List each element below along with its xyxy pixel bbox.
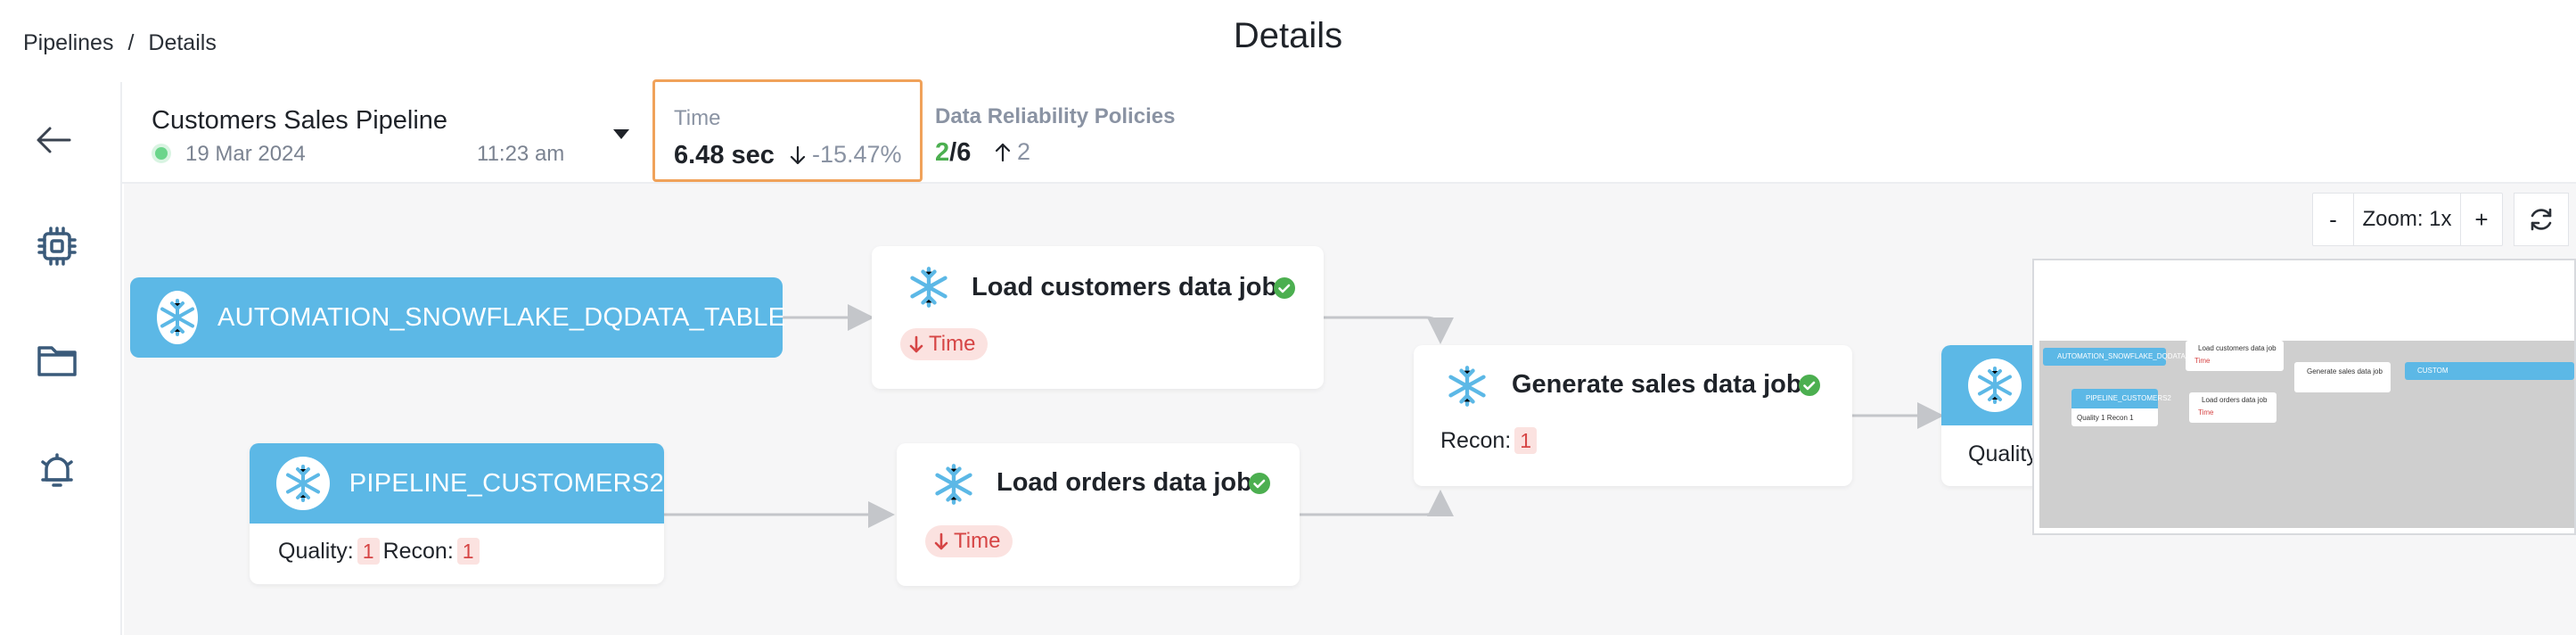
node-source-table-label: AUTOMATION_SNOWFLAKE_DQDATA_TABLE [217, 302, 786, 332]
snowflake-icon [902, 260, 956, 314]
minimap-next-label: CUSTOM [2417, 367, 2449, 375]
arrow-down-icon [934, 532, 948, 550]
recon-count-badge[interactable]: 1 [456, 538, 480, 565]
minimap[interactable]: AUTOMATION_SNOWFLAKE_DQDATA_TABLE PIPELI… [2032, 259, 2576, 535]
node-load-customers-job[interactable]: Load customers data job Time [872, 246, 1324, 389]
snowflake-icon [157, 291, 198, 344]
time-badge-label: Time [954, 529, 1001, 553]
arrow-down-icon [909, 335, 923, 353]
zoom-out-button[interactable]: - [2313, 194, 2354, 245]
quality-label: Quality [1968, 441, 2038, 466]
minimap-node-sales: Generate sales data job [2294, 362, 2391, 392]
check-circle-icon [1274, 277, 1295, 299]
minimap-source-pipeline-label: PIPELINE_CUSTOMERS2 [2086, 394, 2171, 402]
node-load-orders-job[interactable]: Load orders data job Time [897, 443, 1300, 586]
quality-label: Quality: [278, 538, 354, 564]
minimap-orders-badge: Time [2198, 408, 2214, 416]
minimap-node-source-table: AUTOMATION_SNOWFLAKE_DQDATA_TABLE [2043, 348, 2211, 366]
check-circle-icon [1249, 473, 1270, 494]
minimap-sales-label: Generate sales data job [2307, 367, 2383, 375]
node-source-pipeline-meta: Quality: 1 Recon: 1 [278, 538, 480, 565]
time-alert-badge[interactable]: Time [900, 328, 989, 360]
recon-label: Recon: [1440, 427, 1512, 453]
recon-label: Recon: [382, 538, 454, 564]
check-circle-icon [1799, 375, 1820, 396]
job-title: Load customers data job [972, 273, 1278, 301]
job-title: Load orders data job [997, 468, 1252, 497]
node-source-pipeline-header: PIPELINE_CUSTOMERS2 [250, 443, 664, 524]
zoom-in-button[interactable]: + [2461, 194, 2502, 245]
edge-orders-to-sales [1300, 490, 1454, 516]
minimap-viewport[interactable]: AUTOMATION_SNOWFLAKE_DQDATA_TABLE PIPELI… [2039, 341, 2574, 528]
snowflake-icon [927, 458, 980, 511]
minimap-customers-badge: Time [2195, 357, 2211, 365]
minimap-customers-label: Load customers data job [2198, 344, 2277, 352]
quality-count-badge[interactable]: 1 [357, 538, 380, 565]
node-source-table[interactable]: AUTOMATION_SNOWFLAKE_DQDATA_TABLE [130, 277, 786, 358]
minimap-pipeline-meta: Quality 1 Recon 1 [2077, 414, 2134, 422]
node-source-pipeline[interactable]: PIPELINE_CUSTOMERS2 Quality: 1 Recon: 1 [250, 443, 664, 584]
snowflake-icon [1968, 359, 2022, 412]
node-source-pipeline-label: PIPELINE_CUSTOMERS2 [349, 468, 664, 498]
zoom-level: Zoom: 1x [2354, 194, 2461, 245]
node-generate-sales-job[interactable]: Generate sales data job Recon: 1 [1414, 345, 1852, 486]
node-next-meta: Quality [1968, 441, 2038, 467]
pipeline-details-page: Pipelines / Details Details Customers Sa… [0, 0, 2576, 635]
snowflake-icon [276, 457, 330, 510]
time-badge-label: Time [929, 332, 976, 356]
job-title: Generate sales data job [1512, 370, 1802, 399]
minimap-orders-label: Load orders data job [2202, 396, 2268, 404]
zoom-controls: - Zoom: 1x + [2312, 193, 2503, 246]
minimap-node-source-pipeline: PIPELINE_CUSTOMERS2 Quality 1 Recon 1 [2071, 389, 2171, 426]
recon-count-badge[interactable]: 1 [1514, 427, 1538, 454]
time-alert-badge[interactable]: Time [925, 525, 1013, 557]
edge-customers-to-sales [1324, 316, 1454, 344]
node-sales-meta: Recon: 1 [1440, 427, 1538, 454]
snowflake-icon [1440, 359, 1494, 413]
refresh-icon[interactable] [2514, 193, 2569, 246]
minimap-node-orders: Load orders data job Time [2189, 392, 2277, 423]
minimap-node-next: CUSTOM [2405, 362, 2574, 380]
minimap-node-customers: Load customers data job Time [2186, 341, 2284, 371]
